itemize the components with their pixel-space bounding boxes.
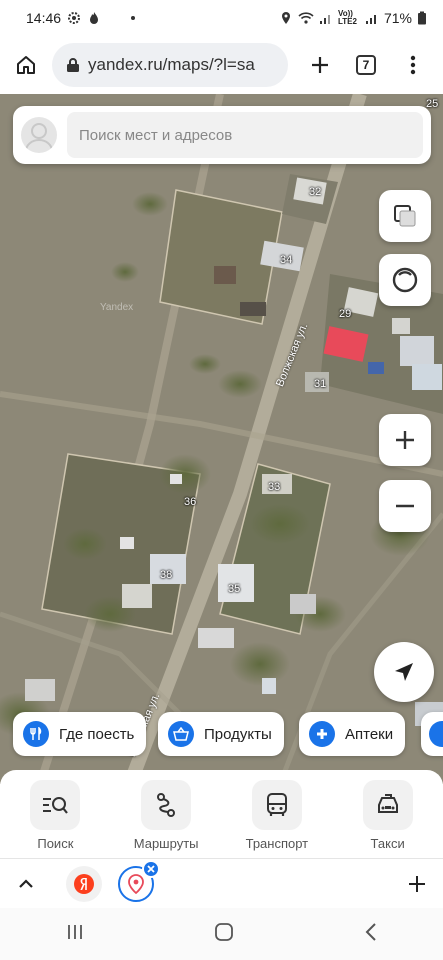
chip-more[interactable] — [421, 712, 443, 756]
panorama-button[interactable] — [379, 254, 431, 306]
nav-label: Поиск — [37, 836, 74, 851]
map-pin-icon — [128, 873, 144, 894]
close-tab-button[interactable] — [142, 859, 160, 878]
search-input[interactable]: Поиск мест и адресов — [67, 112, 423, 158]
status-time: 14:46 — [26, 10, 62, 26]
add-tab-button[interactable] — [391, 859, 443, 909]
layers-button[interactable] — [379, 190, 431, 242]
plus-icon — [409, 875, 425, 892]
chip-pharmacy[interactable]: Аптеки — [299, 712, 406, 756]
house-number: 31 — [314, 378, 327, 390]
nav-label: Маршруты — [133, 836, 199, 851]
basket-icon — [168, 721, 194, 747]
tab-yandex[interactable] — [66, 865, 102, 902]
home-icon — [17, 56, 35, 74]
route-icon — [141, 780, 192, 830]
chevron-up-icon — [19, 878, 33, 888]
satellite-map[interactable]: Yandex 25 32 34 29 31 36 33 38 35 40 Вол… — [0, 94, 443, 784]
browser-menu-button[interactable] — [388, 36, 438, 94]
taxi-icon — [362, 780, 413, 830]
chip-groceries[interactable]: Продукты — [158, 712, 284, 756]
nav-routes[interactable]: Маршруты — [116, 780, 216, 858]
home-button[interactable] — [0, 36, 52, 94]
nav-transport[interactable]: Транспорт — [227, 780, 327, 858]
category-icon — [429, 721, 443, 747]
recent-apps-icon — [67, 924, 82, 939]
house-number: 38 — [160, 569, 173, 581]
house-number: 35 — [228, 583, 241, 595]
house-number: 25 — [426, 98, 439, 110]
search-list-icon — [30, 780, 81, 830]
chip-label: Аптеки — [345, 725, 394, 743]
nav-label: Такси — [370, 836, 405, 851]
pharmacy-cross-icon — [309, 721, 335, 747]
zoom-out-button[interactable] — [379, 480, 431, 532]
search-placeholder: Поиск мест и адресов — [79, 126, 233, 144]
fork-knife-icon — [23, 721, 49, 747]
signal-strength-icon — [365, 15, 376, 24]
network-type: Vo)) LTE2 — [337, 9, 357, 26]
status-bar: 14:46 Vo)) LTE2 71% — [0, 0, 443, 36]
notification-dot — [131, 16, 136, 20]
profile-avatar[interactable] — [21, 117, 57, 153]
close-icon — [147, 864, 155, 873]
fire-icon — [90, 12, 99, 24]
wifi-icon — [298, 12, 314, 24]
nav-taxi[interactable]: Такси — [338, 780, 438, 858]
category-chips: Где поесть Продукты Аптеки — [0, 712, 443, 758]
battery-percent: 71% — [383, 10, 412, 26]
house-number: 34 — [280, 254, 293, 266]
expand-tabs-button[interactable] — [0, 859, 52, 909]
chip-label: Где поесть — [59, 725, 135, 743]
back-button[interactable] — [364, 922, 378, 947]
panorama-icon — [392, 267, 418, 293]
more-vertical-icon — [410, 55, 416, 75]
chip-label: Продукты — [204, 725, 272, 743]
house-number: 32 — [309, 186, 322, 198]
nav-label: Транспорт — [245, 836, 309, 851]
house-number: 36 — [184, 496, 197, 508]
home-system-button[interactable] — [214, 922, 234, 947]
tabs-count: 7 — [356, 55, 376, 75]
system-navigation-bar — [0, 908, 443, 960]
app-bottom-nav: Поиск Маршруты Транспорт Такси — [0, 770, 443, 858]
tabs-button[interactable]: 7 — [344, 36, 388, 94]
house-number: 29 — [339, 308, 352, 320]
back-chevron-icon — [365, 922, 376, 941]
location-pin-icon — [281, 12, 290, 24]
search-panel: Поиск мест и адресов — [13, 106, 431, 164]
browser-tab-strip — [0, 858, 443, 908]
nav-search[interactable]: Поиск — [5, 780, 105, 858]
layers-icon — [394, 205, 416, 227]
chip-food[interactable]: Где поесть — [13, 712, 147, 756]
yandex-logo-icon — [74, 873, 94, 894]
battery-icon — [418, 11, 426, 25]
url-text: yandex.ru/maps/?l=sa — [88, 55, 255, 74]
zoom-in-button[interactable] — [379, 414, 431, 466]
navigation-arrow-icon — [395, 663, 413, 681]
house-number: 33 — [268, 481, 281, 493]
recent-apps-button[interactable] — [65, 923, 85, 946]
bus-icon — [251, 780, 302, 830]
my-location-button[interactable] — [374, 642, 434, 702]
home-square-icon — [215, 922, 234, 941]
browser-toolbar: yandex.ru/maps/?l=sa 7 — [0, 36, 443, 94]
new-tab-button[interactable] — [296, 36, 344, 94]
lock-icon — [67, 58, 79, 72]
tab-yandex-maps[interactable] — [118, 859, 160, 902]
map-watermark: Yandex — [100, 302, 134, 313]
signal-icon — [319, 15, 330, 24]
settings-gear-icon — [68, 12, 81, 24]
minus-icon — [396, 504, 414, 508]
plus-icon — [312, 57, 328, 73]
plus-icon — [396, 431, 414, 449]
user-icon — [25, 123, 53, 152]
address-bar[interactable]: yandex.ru/maps/?l=sa — [52, 43, 288, 87]
